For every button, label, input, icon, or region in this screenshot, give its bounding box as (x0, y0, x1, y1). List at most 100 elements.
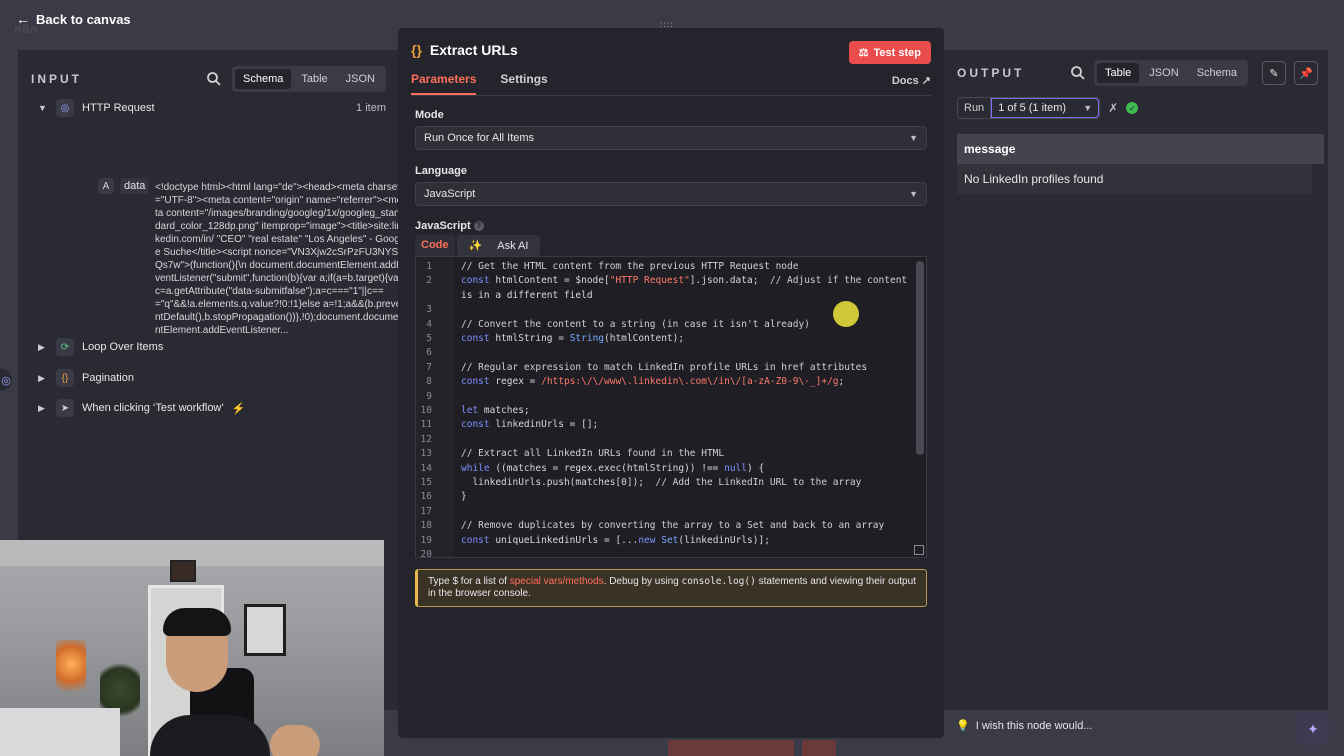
docs-label: Docs (891, 75, 919, 87)
node-label: Loop Over Items (82, 341, 164, 353)
notice-text: Type $ for a list of (428, 576, 510, 587)
lightbulb-icon: 💡 (956, 720, 970, 732)
code-text: const htmlString = String(htmlContent); (461, 333, 685, 344)
search-icon[interactable] (206, 71, 222, 87)
external-link-icon: ↗ (921, 75, 931, 87)
code-text: const uniqueLinkedinUrls = [...new Set(l… (461, 534, 770, 546)
test-step-label: Test step (873, 46, 921, 59)
code-text: let matches; (461, 405, 530, 416)
chevron-right-icon[interactable]: ▶ (38, 373, 48, 384)
globe-icon[interactable]: ◎ (0, 369, 12, 391)
line-number: 8 (426, 376, 432, 388)
code-hint-notice: Type $ for a list of special vars/method… (415, 569, 927, 607)
line-number: 19 (420, 534, 432, 546)
unlink-icon[interactable]: ✗ (1108, 101, 1118, 115)
code-label: JavaScript? (415, 220, 484, 232)
mode-select[interactable]: Run Once for All Items ▼ (415, 126, 927, 150)
tab-settings[interactable]: Settings (500, 72, 547, 95)
back-to-canvas-label: Back to canvas (36, 11, 131, 27)
input-node-http-request[interactable]: ▼ ◎ HTTP Request 1 item (38, 98, 386, 118)
node-editor-modal: {} Extract URLs ⚖ Test step Parameters S… (398, 28, 944, 738)
language-label: Language (415, 165, 467, 177)
chevron-down-icon[interactable]: ▼ (38, 103, 48, 113)
pin-icon[interactable]: 📌 (1294, 61, 1318, 85)
table-cell[interactable]: No LinkedIn profiles found (957, 164, 1324, 194)
node-label: Pagination (82, 372, 134, 384)
run-selector[interactable]: Run 1 of 5 (1 item) ▼ (957, 97, 1101, 119)
node-label: When clicking ‘Test workflow’ (82, 402, 224, 414)
line-number: 16 (420, 491, 432, 503)
code-text: const htmlContent = $node["HTTP Request"… (461, 275, 908, 287)
node-label: HTTP Request (82, 102, 155, 114)
code-text: // Remove duplicates by converting the a… (461, 520, 885, 532)
code-text: while ((matches = regex.exec(htmlString)… (461, 462, 765, 474)
success-check-icon: ✓ (1126, 102, 1139, 114)
chevron-right-icon[interactable]: ▶ (38, 403, 48, 414)
line-number: 11 (420, 419, 432, 431)
code-text: const regex = /https:\/\/www\.linkedin\.… (461, 376, 845, 388)
flask-icon: ⚖ (858, 47, 869, 59)
modal-tabs: Parameters Settings (411, 72, 931, 96)
drag-handle-icon[interactable]: ∷∷ (660, 20, 684, 30)
input-tab-table[interactable]: Table (293, 69, 335, 89)
back-to-canvas-link[interactable]: ← Back to canvas (16, 11, 131, 27)
edit-pencil-icon[interactable]: ✎ (1262, 61, 1286, 85)
run-select[interactable]: 1 of 5 (1 item) ▼ (991, 98, 1100, 118)
resize-icon[interactable] (914, 545, 924, 555)
line-number: 10 (420, 405, 432, 416)
mouse-cursor-highlight (833, 301, 859, 327)
input-view-switch: Schema Table JSON (232, 66, 386, 92)
editor-scrollbar[interactable] (916, 261, 924, 455)
line-number: 3 (426, 304, 432, 316)
bottom-button[interactable] (668, 740, 794, 756)
code-tabs: Code ✨ Ask AI (415, 235, 541, 256)
input-node-pagination[interactable]: ▶ {} Pagination (38, 368, 386, 388)
chevron-down-icon: ▼ (909, 189, 918, 199)
output-tab-table[interactable]: Table (1097, 63, 1140, 83)
field-name[interactable]: data (120, 178, 150, 194)
chevron-right-icon[interactable]: ▶ (38, 342, 48, 353)
output-tab-schema[interactable]: Schema (1189, 63, 1245, 83)
lightning-icon: ⚡ (231, 402, 246, 415)
output-tab-json[interactable]: JSON (1141, 63, 1186, 83)
node-title-text[interactable]: Extract URLs (430, 42, 518, 58)
special-vars-link[interactable]: special vars/methods (510, 576, 604, 587)
line-number: 13 (420, 448, 432, 460)
language-select[interactable]: JavaScript ▼ (415, 182, 927, 206)
ai-assistant-sparkle-icon[interactable]: ✦ (1297, 713, 1329, 745)
docs-link[interactable]: Docs ↗ (892, 74, 931, 87)
tab-ask-ai[interactable]: ✨ Ask AI (456, 235, 541, 256)
test-step-button[interactable]: ⚖ Test step (848, 41, 931, 64)
mode-value: Run Once for All Items (424, 132, 535, 144)
mode-label: Mode (415, 109, 444, 121)
input-panel-header: INPUT Schema Table JSON (31, 63, 386, 95)
search-icon[interactable] (1070, 65, 1086, 81)
line-number: 9 (426, 390, 432, 402)
bottom-button-small[interactable] (802, 740, 836, 756)
input-tab-schema[interactable]: Schema (235, 69, 292, 89)
string-type-icon: A (98, 178, 114, 194)
braces-icon: {} (56, 369, 74, 387)
run-selector-row: Run 1 of 5 (1 item) ▼ ✗ ✓ (957, 97, 1139, 119)
feedback-link[interactable]: 💡 I wish this node would... (956, 719, 1093, 733)
tab-code[interactable]: Code (415, 235, 455, 256)
tab-parameters[interactable]: Parameters (411, 72, 477, 95)
code-text: } (461, 491, 467, 503)
feedback-label: I wish this node would... (975, 719, 1093, 732)
code-editor[interactable]: 1 // Get the HTML content from the previo… (415, 256, 927, 558)
line-number: 15 (420, 477, 432, 488)
table-header: message (957, 134, 1324, 164)
help-icon[interactable]: ? (473, 221, 484, 232)
run-value: 1 of 5 (1 item) (998, 102, 1067, 114)
input-tab-json[interactable]: JSON (338, 69, 383, 89)
chevron-down-icon: ▼ (1083, 103, 1093, 113)
line-number: 7 (426, 361, 432, 373)
input-node-loop-over-items[interactable]: ▶ ⟳ Loop Over Items (38, 337, 386, 357)
code-text: // Regular expression to match LinkedIn … (461, 361, 868, 373)
node-item-count: 1 item (356, 102, 386, 114)
sparkle-icon: ✨ (468, 240, 483, 252)
globe-icon: ◎ (56, 99, 74, 117)
code-text: linkedinUrls.push(matches[0]); // Add th… (461, 477, 862, 488)
line-number: 18 (420, 520, 432, 532)
input-node-manual-trigger[interactable]: ▶ ➤ When clicking ‘Test workflow’ ⚡ (38, 398, 386, 418)
